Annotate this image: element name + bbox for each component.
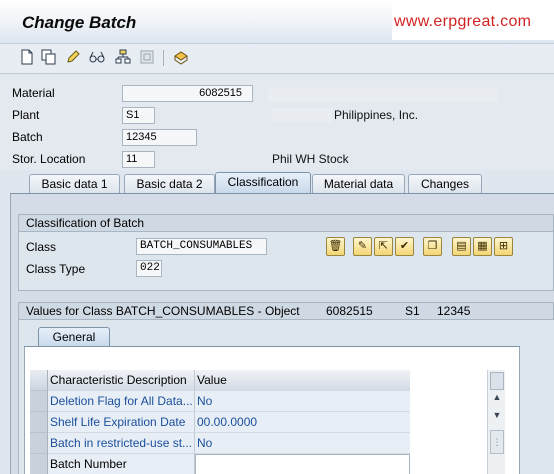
scroll-thumb[interactable]: ⋮ [490,430,504,454]
tab-basic-data-1[interactable]: Basic data 1 [29,174,120,194]
storage-location-label: Stor. Location [12,152,86,166]
class-type-field[interactable]: 022 [136,260,162,277]
plant-description: Philippines, Inc. [334,108,419,122]
material-description-field [268,88,498,102]
table-scrollbar[interactable]: ▲ ▼ ⋮ [487,370,505,474]
new-document-icon[interactable] [18,49,36,67]
object-batch: 12345 [437,304,471,318]
classification-group-title: Classification of Batch [18,214,554,232]
application-toolbar [0,44,554,74]
edit-pencil-icon[interactable] [64,49,82,67]
batch-label: Batch [12,130,43,144]
characteristic-value[interactable]: No [195,391,410,412]
scroll-top-button[interactable] [490,372,504,390]
table-row: Batch Number [30,454,410,474]
characteristic-description: Batch Number [48,454,195,474]
characteristic-description: Batch in restricted-use st... [48,433,195,454]
toolbar-separator [163,50,164,66]
object-plant: S1 [405,304,420,318]
assign-class-icon[interactable]: ⇱ [374,237,393,256]
scroll-down-arrow-icon[interactable]: ▼ [490,410,504,420]
values-title-text: Values for Class BATCH_CONSUMABLES - Obj… [26,304,300,318]
single-view-icon[interactable]: ▤ [452,237,471,256]
row-selector[interactable] [30,391,48,412]
batch-number-input[interactable] [195,454,410,474]
column-header-description[interactable]: Characteristic Description [48,370,195,391]
characteristic-value[interactable]: No [195,433,410,454]
insert-icon[interactable]: ⊞ [494,237,513,256]
edit-value-icon[interactable]: ✎ [353,237,372,256]
copy-icon[interactable] [40,49,58,67]
copy-values-icon[interactable]: ❐ [423,237,442,256]
hierarchy-icon[interactable] [114,49,132,67]
delete-icon[interactable]: 🗑 [326,237,345,256]
characteristic-description: Deletion Flag for All Data... [48,391,195,412]
scroll-up-arrow-icon[interactable]: ▲ [490,392,504,402]
table-row: Batch in restricted-use st... No [30,433,410,454]
check-icon[interactable]: ✔ [395,237,414,256]
plant-field[interactable]: S1 [122,107,155,124]
class-type-label: Class Type [26,262,86,276]
characteristic-value[interactable]: 00.00.0000 [195,412,410,433]
tab-strip: Basic data 1 Basic data 2 Classification… [10,172,554,194]
table-view-icon[interactable]: ▦ [473,237,492,256]
storage-location-field[interactable]: 11 [122,151,155,168]
tab-changes[interactable]: Changes [408,174,482,194]
class-label: Class [26,240,57,254]
class-field[interactable]: BATCH_CONSUMABLES [136,238,267,255]
table-row: Deletion Flag for All Data... No [30,391,410,412]
plant-name-field [272,108,332,122]
disabled-icon [138,49,156,67]
material-field[interactable]: 6082515 [122,85,253,102]
values-group-title: Values for Class BATCH_CONSUMABLES - Obj… [18,302,554,320]
table-header-row: Characteristic Description Value [30,370,410,391]
tab-basic-data-2[interactable]: Basic data 2 [124,174,215,194]
plant-label: Plant [12,108,40,122]
row-selector[interactable] [30,433,48,454]
select-all-cell[interactable] [30,370,48,391]
glasses-display-icon[interactable] [88,49,106,67]
batch-field[interactable]: 12345 [122,129,197,146]
storage-location-description: Phil WH Stock [272,152,349,166]
row-selector[interactable] [30,454,48,474]
table-row: Shelf Life Expiration Date 00.00.0000 [30,412,410,433]
object-material: 6082515 [326,304,373,318]
characteristic-description: Shelf Life Expiration Date [48,412,195,433]
watermark-text: www.erpgreat.com [392,4,554,40]
row-selector[interactable] [30,412,48,433]
material-label: Material [12,86,55,100]
page-title: Change Batch [22,13,137,32]
stock-overview-icon[interactable] [172,49,190,67]
tab-material-data[interactable]: Material data [312,174,405,194]
tab-classification[interactable]: Classification [215,172,311,194]
column-header-value[interactable]: Value [195,370,410,391]
tab-general[interactable]: General [38,327,110,347]
